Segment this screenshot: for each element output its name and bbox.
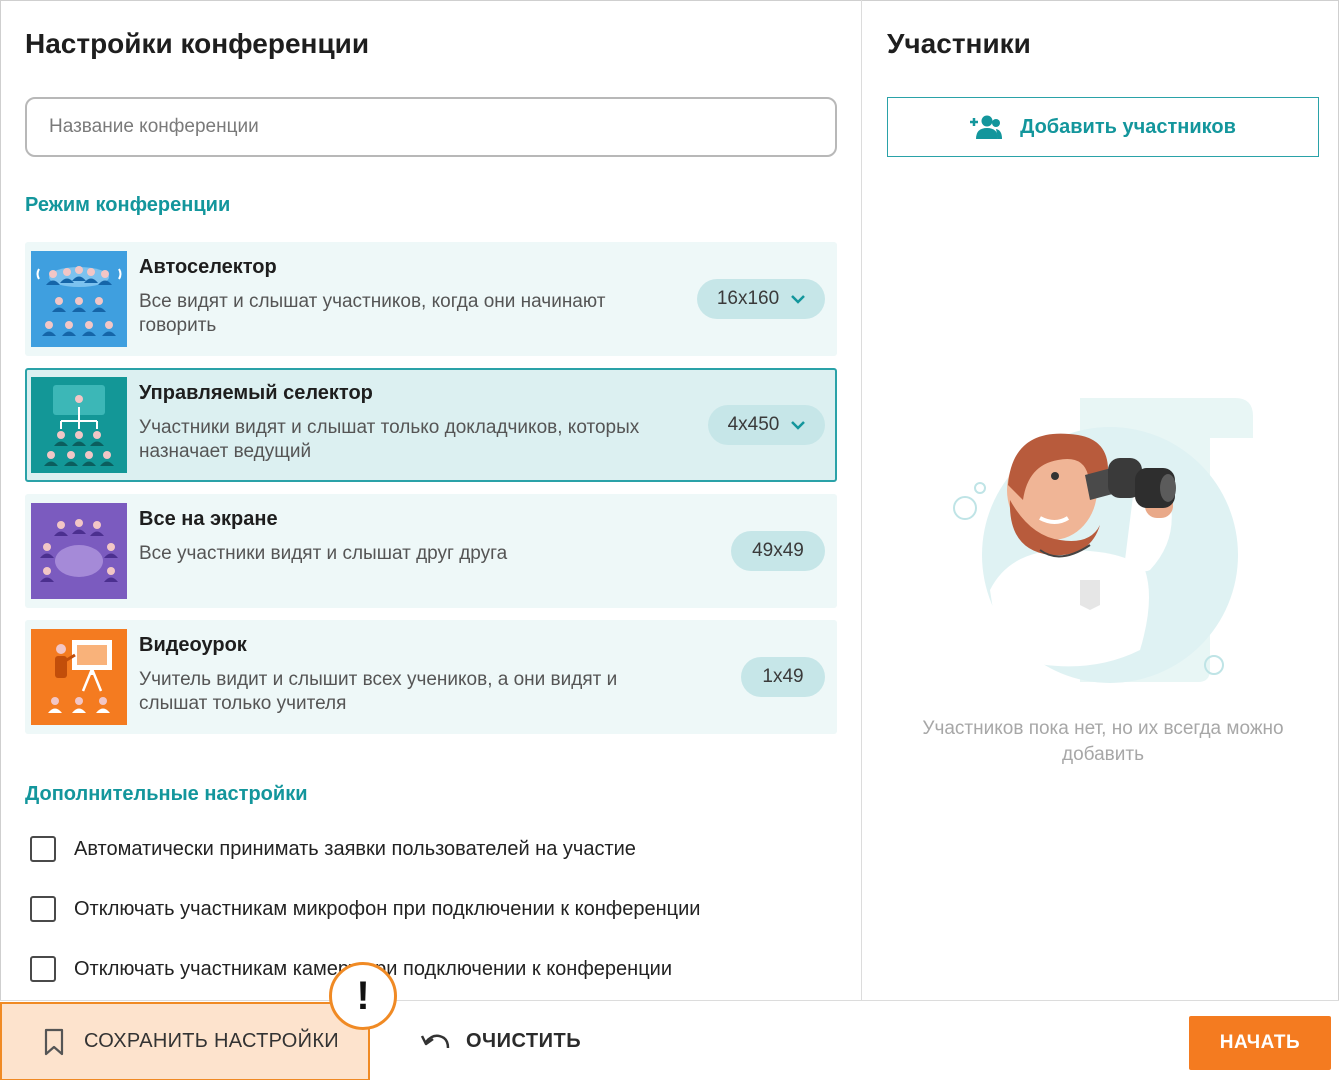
add-participants-button[interactable]: Добавить участников [887,97,1319,157]
participants-title: Участники [887,28,1031,59]
warning-badge: ! [329,962,397,1030]
mode-option-managed-selector[interactable]: Управляемый селектор Участники видят и с… [25,368,837,482]
start-button[interactable]: НАЧАТЬ [1189,1016,1331,1070]
mode-description: Учитель видит и слышит всех учеников, а … [139,669,618,714]
mode-title: Управляемый селектор [139,382,373,404]
empty-participants-illustration [930,390,1260,700]
mode-description: Все участники видят и слышат друг друга [139,543,508,564]
option-label: Отключать участникам микрофон при подклю… [74,897,701,920]
mode-size-dropdown[interactable]: 4x450 [708,405,825,445]
conference-name-input[interactable] [25,97,837,157]
undo-icon [420,1034,450,1049]
clear-label: ОЧИСТИТЬ [466,1029,582,1052]
managed-selector-icon [31,377,127,473]
conference-mode-label: Режим конференции [25,194,231,216]
mode-size-dropdown[interactable]: 16x160 [697,279,825,319]
auto-accept-checkbox[interactable] [30,836,56,862]
mode-size-value: 16x160 [716,288,780,309]
mode-size-badge: 49x49 [731,531,825,571]
mode-title: Автоселектор [139,256,277,278]
mode-size-value: 49x49 [752,540,804,561]
save-settings-button[interactable]: СОХРАНИТЬ НАСТРОЙКИ [0,1002,370,1080]
add-participants-label: Добавить участников [1020,115,1236,138]
chevron-down-icon [791,295,806,304]
clear-button[interactable]: ОЧИСТИТЬ [420,1001,581,1080]
mode-description: Все видят и слышат участников, когда они… [139,291,606,336]
disable-camera-checkbox[interactable] [30,956,56,982]
mode-size-value: 1x49 [762,666,804,687]
mode-option-all-on-screen[interactable]: Все на экране Все участники видят и слыш… [25,494,837,608]
chevron-down-icon [791,421,806,430]
mode-description: Участники видят и слышат только докладчи… [139,417,640,462]
mode-title: Видеоурок [139,634,247,656]
video-lesson-icon [31,629,127,725]
extra-settings-label: Дополнительные настройки [25,783,308,805]
page-title: Настройки конференции [25,28,370,59]
option-mute-mic[interactable]: Отключать участникам микрофон при подклю… [30,894,700,924]
add-user-icon [970,115,1003,139]
bottom-toolbar: СОХРАНИТЬ НАСТРОЙКИ ОЧИСТИТЬ НАЧАТЬ [0,1000,1339,1080]
mute-mic-checkbox[interactable] [30,896,56,922]
mode-size-value: 4x450 [727,414,780,435]
option-label: Автоматически принимать заявки пользоват… [74,837,636,860]
all-on-screen-icon [31,503,127,599]
option-auto-accept[interactable]: Автоматически принимать заявки пользоват… [30,834,636,864]
mode-option-video-lesson[interactable]: Видеоурок Учитель видит и слышит всех уч… [25,620,837,734]
mode-title: Все на экране [139,508,278,530]
auto-selector-icon [31,251,127,347]
mode-size-badge: 1x49 [741,657,825,697]
mode-option-auto-selector[interactable]: Автоселектор Все видят и слышат участник… [25,242,837,356]
conference-settings-panel: Настройки конференции Режим конференции [0,0,862,1000]
empty-participants-text: Участников пока нет, но их всегда можно … [922,718,1284,765]
bookmark-icon [44,1028,64,1055]
save-settings-label: СОХРАНИТЬ НАСТРОЙКИ [84,1030,339,1052]
